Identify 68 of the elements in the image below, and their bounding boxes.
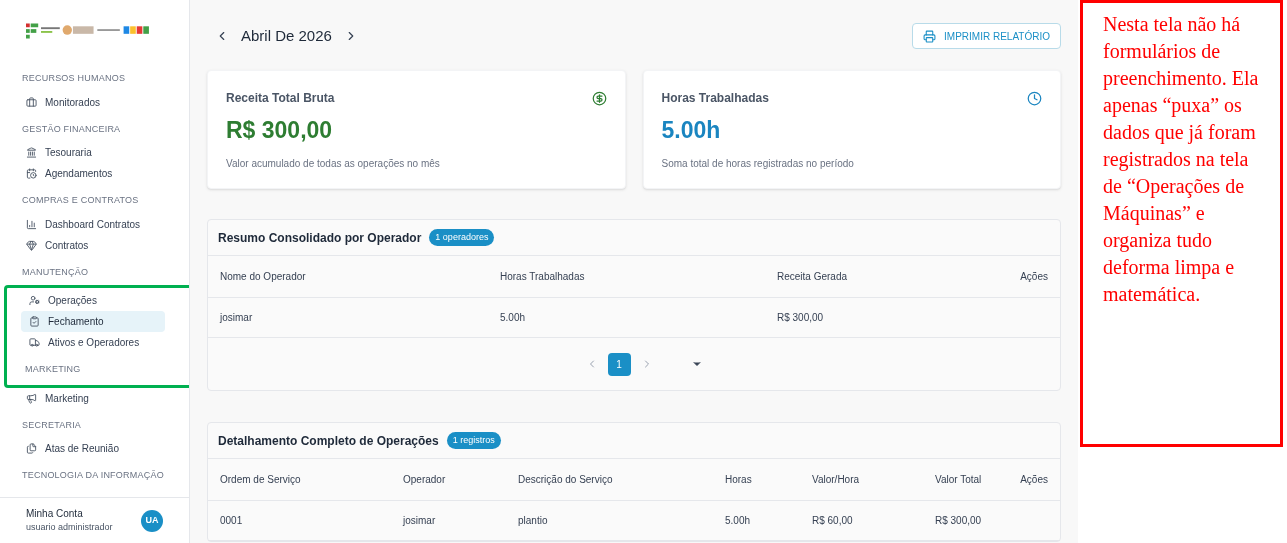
column-header: Horas bbox=[725, 473, 753, 487]
section-heading: RECURSOS HUMANOS bbox=[21, 72, 127, 85]
table-cell-text: R$ 300,00 bbox=[935, 514, 983, 528]
count-badge: 1 operadores bbox=[429, 228, 495, 247]
column-header: Ações bbox=[1019, 473, 1048, 487]
truck-icon bbox=[29, 337, 40, 348]
stat-caption: Soma total de horas registradas no período bbox=[661, 156, 855, 171]
sidebar-item[interactable]: Monitorados bbox=[18, 91, 168, 113]
table-cell-text: plantio bbox=[518, 514, 549, 528]
megaphone-icon bbox=[26, 392, 37, 404]
section-heading: TECNOLOGIA DA INFORMAÇÃO bbox=[21, 469, 165, 482]
table-cell-text: R$ 60,00 bbox=[812, 514, 854, 528]
sidebar-item[interactable]: Contratos bbox=[18, 234, 168, 256]
account-panel[interactable]: Minha Conta usuario administrador UA bbox=[0, 497, 189, 543]
sidebar-item[interactable]: Ativos e Operadores bbox=[21, 332, 165, 353]
column-header: Ações bbox=[1019, 270, 1048, 284]
printer-icon bbox=[923, 29, 937, 43]
annotation-text: Nesta tela não há formulários de preenchimento. Ela apenas “puxa” os dados que já foram registrados na tela de “Operações de Máquinas” e organiza tudo deforma limpa e matemática. bbox=[1103, 12, 1260, 307]
clock-icon bbox=[1027, 90, 1042, 106]
diamond-icon bbox=[26, 239, 37, 251]
sidebar-item[interactable]: Operações bbox=[21, 290, 165, 311]
section-title: Resumo Consolidado por Operador bbox=[218, 229, 422, 247]
sidebar-item[interactable]: Agendamentos bbox=[18, 163, 168, 184]
table-cell-text: josimar bbox=[220, 311, 254, 325]
calendar-icon bbox=[26, 168, 37, 179]
dollar-icon bbox=[591, 90, 607, 106]
clipboard-check-icon bbox=[29, 316, 40, 327]
count-badge: 1 registros bbox=[446, 431, 501, 450]
month-title: Abril De 2026 bbox=[241, 25, 332, 46]
sidebar-item[interactable]: Tesouraria bbox=[18, 142, 168, 163]
user-icon bbox=[29, 295, 40, 306]
section-heading: MARKETING bbox=[24, 363, 82, 376]
files-icon bbox=[26, 443, 37, 454]
column-header: Nome do Operador bbox=[220, 270, 307, 284]
table-cell-text: 0001 bbox=[220, 514, 244, 528]
column-header: Valor/Hora bbox=[812, 473, 861, 487]
sidebar-item[interactable]: Atas de Reunião bbox=[18, 438, 168, 459]
sidebar-item[interactable]: Fechamento bbox=[21, 311, 165, 332]
stat-title: Receita Total Bruta bbox=[226, 90, 335, 107]
column-header: Operador bbox=[403, 473, 447, 487]
column-header: Valor Total bbox=[935, 473, 983, 487]
page-button[interactable]: 1 bbox=[607, 352, 631, 376]
briefcase-icon bbox=[26, 96, 37, 108]
table-cell-text: R$ 300,00 bbox=[777, 311, 825, 325]
section-heading: SECRETARIA bbox=[21, 418, 83, 432]
sidebar-item[interactable]: Dashboard Contratos bbox=[18, 213, 168, 235]
avatar: UA bbox=[141, 509, 163, 532]
section-heading: GESTÃO FINANCEIRA bbox=[21, 122, 122, 136]
account-role: usuario administrador bbox=[26, 521, 113, 535]
section-title: Detalhamento Completo de Operações bbox=[218, 432, 439, 450]
section-heading: MANUTENÇÃO bbox=[21, 265, 90, 279]
stat-value: R$ 300,00 bbox=[226, 116, 334, 145]
table-cell-text: 5.00h bbox=[725, 514, 752, 528]
table-cell-text: 5.00h bbox=[500, 311, 527, 325]
print-button[interactable]: IMPRIMIR RELATÓRIO bbox=[912, 23, 1061, 49]
sidebar-item[interactable]: Marketing bbox=[18, 387, 168, 409]
account-name: Minha Conta bbox=[26, 507, 84, 522]
chart-icon bbox=[26, 218, 37, 230]
column-header: Descrição do Serviço bbox=[518, 473, 614, 487]
bank-icon bbox=[26, 147, 37, 158]
stat-value: 5.00h bbox=[661, 116, 722, 145]
section-heading: COMPRAS E CONTRATOS bbox=[21, 194, 140, 207]
table-cell-text: josimar bbox=[403, 514, 437, 528]
column-header: Horas Trabalhadas bbox=[500, 270, 586, 284]
column-header: Ordem de Serviço bbox=[220, 473, 302, 487]
column-header: Receita Gerada bbox=[777, 270, 849, 284]
stat-title: Horas Trabalhadas bbox=[661, 90, 769, 107]
stat-caption: Valor acumulado de todas as operações no mês bbox=[226, 156, 441, 171]
